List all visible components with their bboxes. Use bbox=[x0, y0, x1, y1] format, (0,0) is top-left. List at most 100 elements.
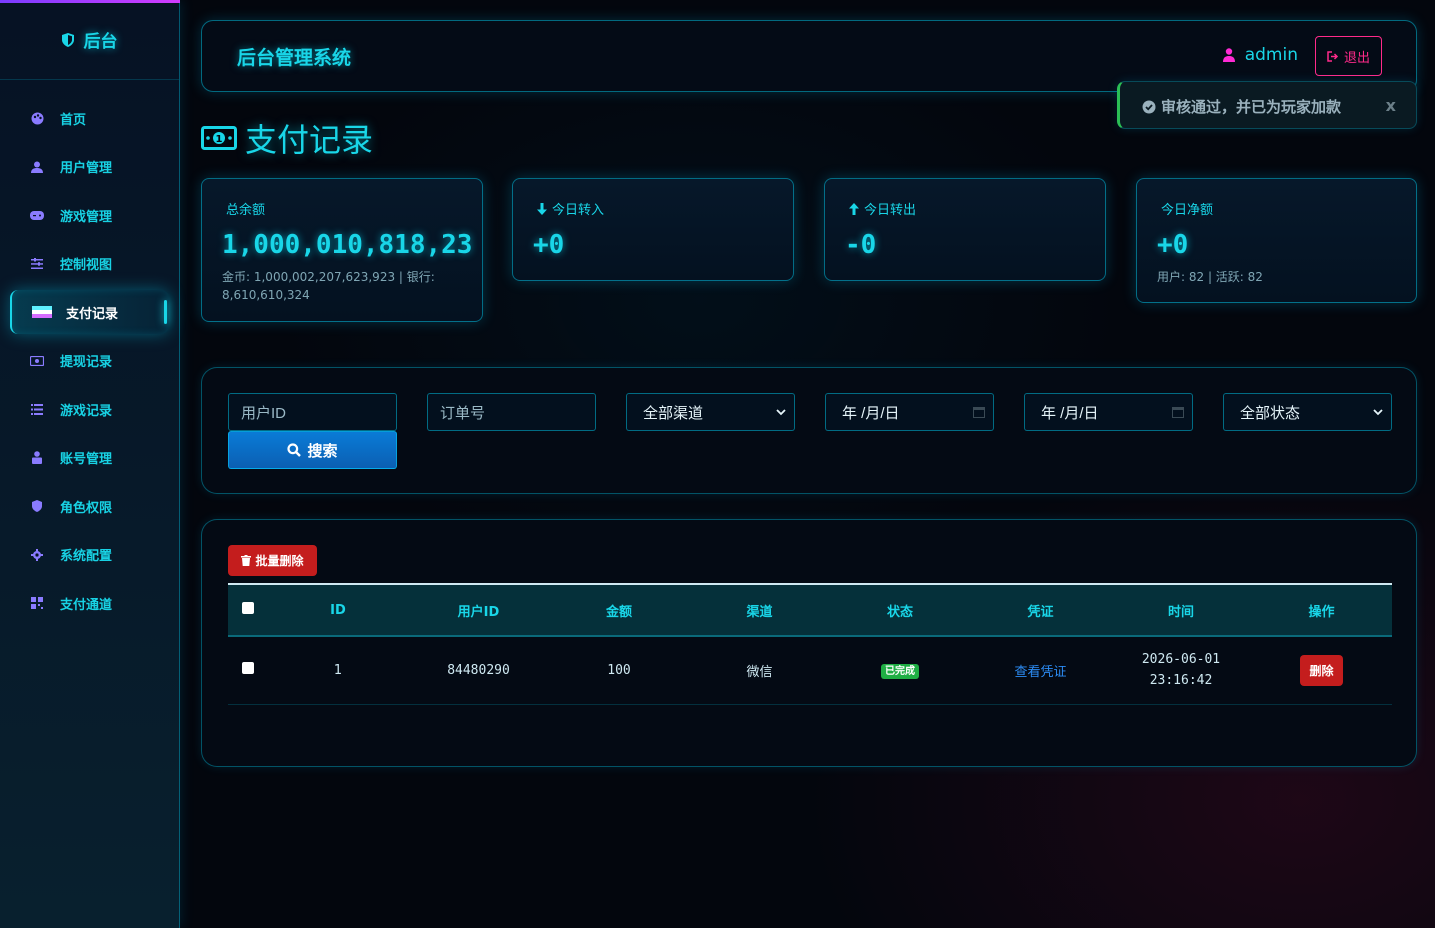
cell-channel: 微信 bbox=[689, 636, 830, 705]
bulk-delete-button[interactable]: 批量删除 bbox=[228, 545, 317, 576]
trash-icon bbox=[241, 555, 252, 566]
user-lock-icon bbox=[30, 451, 44, 465]
sidebar-item-home[interactable]: 首页 bbox=[10, 96, 169, 140]
toast-close-button[interactable]: x bbox=[1386, 96, 1396, 115]
gamepad-icon bbox=[30, 208, 44, 222]
sidebar-brand[interactable]: 后台 bbox=[0, 0, 179, 80]
calendar-icon bbox=[1172, 407, 1184, 418]
delete-row-button[interactable]: 删除 bbox=[1300, 654, 1343, 686]
search-button[interactable]: 搜索 bbox=[228, 431, 397, 469]
sidebar-item-label: 支付通道 bbox=[60, 597, 113, 613]
gear-icon bbox=[30, 548, 44, 562]
bulk-delete-label: 批量删除 bbox=[255, 554, 304, 568]
sidebar-item-control-view[interactable]: 控制视图 bbox=[10, 242, 169, 286]
view-voucher-link[interactable]: 查看凭证 bbox=[1014, 665, 1066, 680]
order-number-input[interactable]: 订单号 bbox=[427, 393, 596, 431]
status-select-value: 全部状态 bbox=[1240, 404, 1301, 422]
sidebar-item-label: 游戏记录 bbox=[60, 403, 113, 419]
sidebar-item-label: 首页 bbox=[60, 112, 87, 128]
row-checkbox[interactable] bbox=[242, 662, 254, 675]
stat-label: 总余额 bbox=[226, 203, 266, 218]
stat-card-today-net: 今日净额 +0 用户: 82 | 活跃: 82 bbox=[1136, 178, 1417, 303]
sidebar-accent-bar bbox=[0, 0, 180, 3]
chevron-down-icon bbox=[1373, 408, 1383, 415]
status-select[interactable]: 全部状态 bbox=[1223, 393, 1392, 431]
arrow-down-icon bbox=[537, 202, 547, 215]
shield-icon bbox=[30, 499, 44, 513]
sidebar-item-label: 提现记录 bbox=[60, 355, 113, 370]
channel-select-value: 全部渠道 bbox=[643, 404, 704, 422]
logout-label: 退出 bbox=[1343, 50, 1370, 66]
sidebar-item-roles[interactable]: 角色权限 bbox=[10, 484, 169, 528]
qrcode-icon bbox=[30, 596, 44, 610]
sliders-icon bbox=[30, 257, 44, 271]
sidebar-item-label: 账号管理 bbox=[60, 452, 113, 467]
user-info[interactable]: admin bbox=[1222, 45, 1298, 65]
stat-value: -0 bbox=[845, 230, 877, 260]
row-select-cell bbox=[228, 636, 268, 705]
column-header-id[interactable]: ID bbox=[268, 584, 408, 636]
sidebar-item-label: 角色权限 bbox=[60, 500, 113, 516]
cell-amount: 100 bbox=[549, 636, 689, 705]
end-date-value: 年 /月/日 bbox=[1041, 404, 1099, 422]
arrow-up-icon bbox=[849, 202, 859, 215]
sidebar-item-users[interactable]: 用户管理 bbox=[10, 145, 169, 189]
records-panel: 批量删除 ID 用户ID 金额 渠道 状态 凭证 时间 操作 1 8448029… bbox=[201, 519, 1417, 767]
stat-label: 今日转入 bbox=[552, 203, 605, 218]
search-label: 搜索 bbox=[307, 441, 338, 460]
column-header-voucher[interactable]: 凭证 bbox=[970, 584, 1111, 636]
sidebar-item-label: 用户管理 bbox=[60, 161, 113, 176]
page-title: 1 支付记录 bbox=[201, 115, 373, 161]
money-icon bbox=[30, 354, 44, 368]
sidebar-item-game-records[interactable]: 游戏记录 bbox=[10, 387, 169, 431]
sidebar-item-label: 游戏管理 bbox=[60, 209, 113, 225]
app-title: 后台管理系统 bbox=[237, 47, 352, 69]
stat-subtext: 金币: 1,000,002,207,623,923 | 银行: 8,610,61… bbox=[222, 270, 435, 302]
sidebar-item-games[interactable]: 游戏管理 bbox=[10, 193, 169, 237]
sidebar-nav: 首页 用户管理 游戏管理 控制视图 支付记录 提现记录 游戏记录 账号管理 角色… bbox=[0, 96, 179, 625]
column-header-user-id[interactable]: 用户ID bbox=[408, 584, 549, 636]
sidebar-item-payment-channels[interactable]: 支付通道 bbox=[10, 581, 169, 625]
column-header-time[interactable]: 时间 bbox=[1111, 584, 1251, 636]
flag-icon bbox=[32, 305, 52, 319]
stat-card-today-out: 今日转出 -0 bbox=[824, 178, 1106, 281]
sidebar-item-payment-records[interactable]: 支付记录 bbox=[10, 290, 169, 334]
start-date-value: 年 /月/日 bbox=[842, 404, 900, 422]
money-bill-icon: 1 bbox=[201, 126, 237, 150]
channel-select[interactable]: 全部渠道 bbox=[626, 393, 795, 431]
end-date-input[interactable]: 年 /月/日 bbox=[1024, 393, 1193, 431]
cell-time: 2026-06-01 23:16:42 bbox=[1111, 636, 1251, 705]
start-date-input[interactable]: 年 /月/日 bbox=[825, 393, 994, 431]
cell-user-id: 84480290 bbox=[408, 636, 549, 705]
cell-voucher: 查看凭证 bbox=[970, 636, 1111, 705]
sidebar-item-label: 支付记录 bbox=[66, 306, 119, 322]
table-row: 1 84480290 100 微信 已完成 查看凭证 2026-06-01 23… bbox=[228, 636, 1392, 705]
status-badge: 已完成 bbox=[881, 664, 919, 680]
username: admin bbox=[1244, 45, 1298, 65]
sidebar-item-system-config[interactable]: 系统配置 bbox=[10, 533, 169, 577]
stat-subtext: 用户: 82 | 活跃: 82 bbox=[1157, 270, 1263, 284]
stat-label: 今日净额 bbox=[1161, 203, 1214, 218]
column-header-status[interactable]: 状态 bbox=[830, 584, 970, 636]
sidebar-item-label: 系统配置 bbox=[60, 549, 113, 564]
sidebar-item-accounts[interactable]: 账号管理 bbox=[10, 436, 169, 480]
check-circle-icon bbox=[1142, 100, 1156, 113]
filter-panel: 用户ID 订单号 全部渠道 年 /月/日 年 /月/日 全部状态 搜索 bbox=[201, 367, 1417, 494]
sidebar-item-withdraw-records[interactable]: 提现记录 bbox=[10, 339, 169, 383]
calendar-icon bbox=[973, 407, 985, 418]
logout-button[interactable]: 退出 bbox=[1315, 36, 1382, 76]
page-title-text: 支付记录 bbox=[245, 121, 374, 159]
success-toast: 审核通过，并已为玩家加款 x bbox=[1117, 81, 1417, 129]
stat-value: +0 bbox=[1157, 230, 1189, 260]
cell-id: 1 bbox=[268, 636, 408, 705]
toast-text: 审核通过，并已为玩家加款 bbox=[1161, 98, 1342, 116]
user-id-input[interactable]: 用户ID bbox=[228, 393, 397, 431]
payment-records-table: ID 用户ID 金额 渠道 状态 凭证 时间 操作 1 84480290 100… bbox=[228, 583, 1392, 705]
select-all-cell bbox=[228, 584, 268, 636]
stat-card-total-balance: 总余额 1,000,010,818,23 金币: 1,000,002,207,6… bbox=[201, 178, 483, 322]
column-header-amount[interactable]: 金额 bbox=[549, 584, 689, 636]
sidebar: 后台 首页 用户管理 游戏管理 控制视图 支付记录 提现记录 游戏记录 账号管理… bbox=[0, 0, 180, 928]
stat-label: 今日转出 bbox=[864, 203, 917, 218]
column-header-channel[interactable]: 渠道 bbox=[689, 584, 830, 636]
select-all-checkbox[interactable] bbox=[242, 602, 254, 614]
